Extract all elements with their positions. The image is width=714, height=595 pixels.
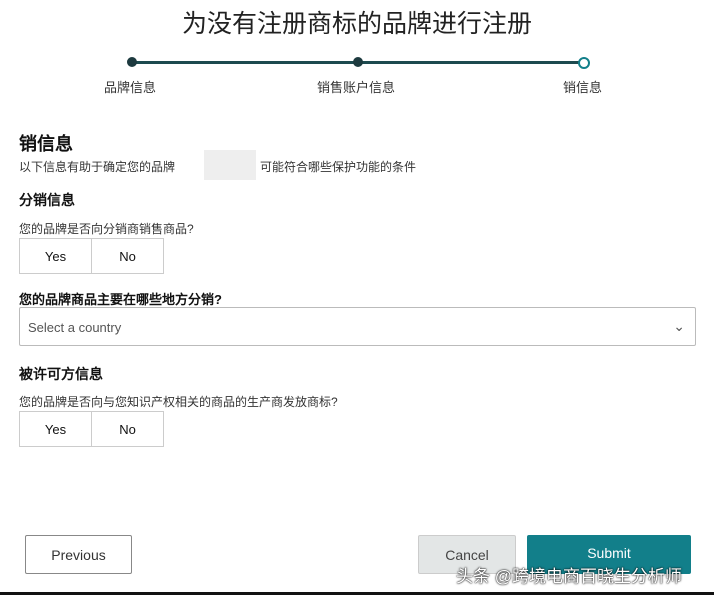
page-title: 为没有注册商标的品牌进行注册 bbox=[181, 10, 532, 38]
step-dot-2 bbox=[353, 57, 363, 67]
description-post: 可能符合哪些保护功能的条件 bbox=[260, 160, 417, 174]
distribution-yes-button[interactable]: Yes bbox=[19, 238, 92, 274]
watermark: 头条 @跨境电商百晓生分析师 bbox=[456, 567, 682, 586]
country-placeholder: Select a country bbox=[28, 320, 122, 335]
distribution-toggle: Yes No bbox=[19, 238, 164, 274]
chevron-down-icon: ⌄ bbox=[673, 318, 685, 334]
distribution-no-button[interactable]: No bbox=[92, 238, 164, 274]
step-dot-1 bbox=[127, 57, 137, 67]
step-dot-3 bbox=[578, 57, 590, 69]
licensee-toggle: Yes No bbox=[19, 411, 164, 447]
country-select[interactable]: Select a country ⌄ bbox=[19, 307, 696, 346]
redacted-brand bbox=[204, 150, 256, 180]
step-label-brand: 品牌信息 bbox=[104, 80, 157, 95]
licensee-yes-button[interactable]: Yes bbox=[19, 411, 92, 447]
section-title: 销信息 bbox=[19, 134, 73, 154]
country-label: 您的品牌商品主要在哪些地方分销? bbox=[19, 292, 222, 307]
description-pre: 以下信息有助于确定您的品牌 bbox=[19, 160, 176, 174]
distribution-question: 您的品牌是否向分销商销售商品? bbox=[19, 222, 194, 236]
distribution-heading: 分销信息 bbox=[19, 192, 75, 208]
step-label-account: 销售账户信息 bbox=[317, 80, 396, 95]
licensee-question: 您的品牌是否向与您知识产权相关的商品的生产商发放商标? bbox=[19, 395, 338, 409]
previous-button[interactable]: Previous bbox=[25, 535, 132, 574]
step-label-sales: 销信息 bbox=[563, 80, 603, 95]
licensee-no-button[interactable]: No bbox=[92, 411, 164, 447]
licensee-heading: 被许可方信息 bbox=[19, 366, 103, 382]
